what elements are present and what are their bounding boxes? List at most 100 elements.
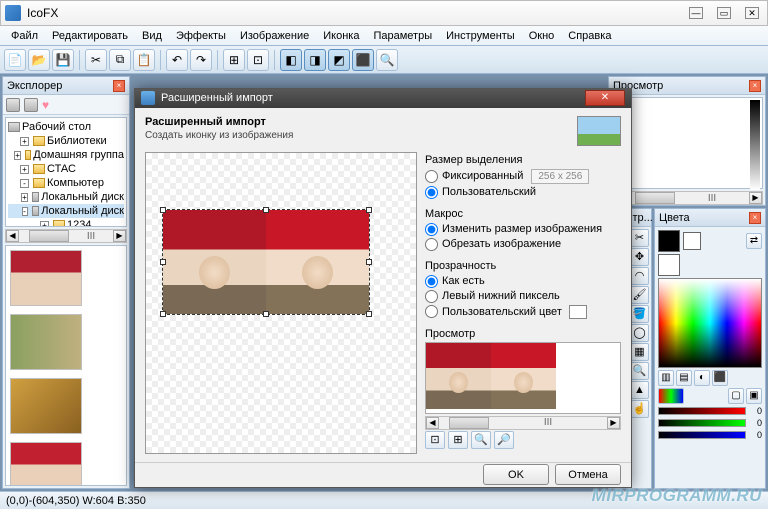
menu-view[interactable]: Вид	[135, 28, 169, 44]
thumbnail-list[interactable]	[5, 245, 127, 486]
folder-tree[interactable]: Рабочий стол +Библиотеки+Домашняя группа…	[5, 117, 127, 227]
tool-f-button[interactable]: ⬛	[352, 49, 374, 71]
thumbnail[interactable]	[10, 250, 82, 306]
drive2-icon[interactable]	[24, 98, 38, 112]
tree-item[interactable]: +Локальный диск	[8, 190, 124, 204]
actual-button[interactable]: ⊞	[448, 431, 468, 449]
custom-color-box[interactable]	[569, 305, 587, 319]
tool-b-button[interactable]: ⊡	[247, 49, 269, 71]
fg2-swatch[interactable]	[658, 254, 680, 276]
menu-file[interactable]: Файл	[4, 28, 45, 44]
fit-button[interactable]: ⊡	[425, 431, 445, 449]
mode-a-icon[interactable]: ▢	[728, 388, 744, 404]
move-tool[interactable]: ✥	[631, 248, 649, 266]
b-slider[interactable]	[658, 431, 746, 439]
tree-item[interactable]: +1234	[8, 218, 124, 227]
cut-button[interactable]: ✂	[85, 49, 107, 71]
maximize-button[interactable]: ▭	[717, 7, 731, 19]
asis-radio[interactable]	[425, 275, 438, 288]
tree-root[interactable]: Рабочий стол	[8, 120, 124, 134]
tree-item[interactable]: -Компьютер	[8, 176, 124, 190]
menu-tools[interactable]: Инструменты	[439, 28, 522, 44]
r-slider[interactable]	[658, 407, 746, 415]
tree-hscroll[interactable]: ◀ III ▶	[5, 229, 127, 243]
import-canvas[interactable]	[145, 152, 417, 454]
copy-button[interactable]: ⧉	[109, 49, 131, 71]
ellipse-tool[interactable]: ◯	[631, 324, 649, 342]
zoomout-button[interactable]: 🔎	[494, 431, 514, 449]
redo-button[interactable]: ↷	[190, 49, 212, 71]
drive-icon[interactable]	[6, 98, 20, 112]
colors-close-icon[interactable]: ×	[749, 212, 761, 224]
sharpen-tool[interactable]: ▲	[631, 381, 649, 399]
selection-box[interactable]	[162, 209, 370, 315]
cancel-button[interactable]: Отмена	[555, 464, 621, 485]
tool-e-button[interactable]: ◩	[328, 49, 350, 71]
palette-c-icon[interactable]: ◐	[694, 370, 710, 386]
tool-a-button[interactable]: ⊞	[223, 49, 245, 71]
mode-b-icon[interactable]: ▣	[746, 388, 762, 404]
custom-radio[interactable]	[425, 186, 438, 199]
thumbnail[interactable]	[10, 442, 82, 486]
menu-icon[interactable]: Иконка	[316, 28, 366, 44]
lasso-tool[interactable]: ◠	[631, 267, 649, 285]
palette-d-icon[interactable]: ⬛	[712, 370, 728, 386]
dialog-close-button[interactable]: ✕	[585, 90, 625, 106]
close-button[interactable]: ✕	[745, 7, 759, 19]
tree-item[interactable]: +Библиотеки	[8, 134, 124, 148]
brush-tool[interactable]: 🖌	[631, 286, 649, 304]
fg-swatch[interactable]	[658, 230, 680, 252]
scroll-thumb[interactable]	[635, 192, 675, 204]
tool-d-button[interactable]: ◨	[304, 49, 326, 71]
rgb-icon[interactable]	[658, 388, 684, 404]
preview-hscroll[interactable]: ◀ III ▶	[611, 191, 763, 205]
fixed-radio[interactable]	[425, 170, 438, 183]
resize-radio[interactable]	[425, 223, 438, 236]
scroll-right-icon[interactable]: ▶	[113, 230, 126, 242]
crop-radio[interactable]	[425, 238, 438, 251]
undo-button[interactable]: ↶	[166, 49, 188, 71]
paste-button[interactable]: 📋	[133, 49, 155, 71]
palette-a-icon[interactable]: ▥	[658, 370, 674, 386]
preview-hscroll[interactable]: ◀ III ▶	[425, 416, 621, 430]
tree-item[interactable]: -Локальный диск	[8, 204, 124, 218]
scroll-right-icon[interactable]: ▶	[607, 417, 620, 429]
crop-tool[interactable]: ✂	[631, 229, 649, 247]
menu-window[interactable]: Окно	[522, 28, 562, 44]
explorer-close-icon[interactable]: ×	[113, 80, 125, 92]
palette-b-icon[interactable]: ▤	[676, 370, 692, 386]
thumbnail[interactable]	[10, 378, 82, 434]
minimize-button[interactable]: —	[689, 7, 703, 19]
new-button[interactable]: 📄	[4, 49, 26, 71]
menu-edit[interactable]: Редактировать	[45, 28, 135, 44]
scroll-right-icon[interactable]: ▶	[749, 192, 762, 204]
zoom-tool[interactable]: 🔍	[631, 362, 649, 380]
favorite-icon[interactable]: ♥	[42, 98, 56, 112]
fill-tool[interactable]: 🪣	[631, 305, 649, 323]
menu-help[interactable]: Справка	[561, 28, 618, 44]
tool-c-button[interactable]: ◧	[280, 49, 302, 71]
gradient-tool[interactable]: ▦	[631, 343, 649, 361]
thumbnail[interactable]	[10, 314, 82, 370]
open-button[interactable]: 📂	[28, 49, 50, 71]
custcolor-radio[interactable]	[425, 305, 438, 318]
swap-colors-icon[interactable]: ⇄	[746, 233, 762, 249]
smudge-tool[interactable]: ☝	[631, 400, 649, 418]
tree-item[interactable]: +Домашняя группа	[8, 148, 124, 162]
tool-g-button[interactable]: 🔍	[376, 49, 398, 71]
menu-effects[interactable]: Эффекты	[169, 28, 233, 44]
scroll-thumb[interactable]	[449, 417, 489, 429]
tree-item[interactable]: +СТАС	[8, 162, 124, 176]
scroll-left-icon[interactable]: ◀	[426, 417, 439, 429]
ok-button[interactable]: OK	[483, 464, 549, 485]
dialog-titlebar[interactable]: Расширенный импорт ✕	[135, 89, 631, 108]
bl-radio[interactable]	[425, 290, 438, 303]
menu-params[interactable]: Параметры	[366, 28, 439, 44]
scroll-thumb[interactable]	[29, 230, 69, 242]
color-palette[interactable]	[658, 278, 762, 368]
g-slider[interactable]	[658, 419, 746, 427]
menu-image[interactable]: Изображение	[233, 28, 316, 44]
preview-close-icon[interactable]: ×	[749, 80, 761, 92]
size-dropdown[interactable]: 256 x 256	[531, 169, 589, 184]
save-button[interactable]: 💾	[52, 49, 74, 71]
